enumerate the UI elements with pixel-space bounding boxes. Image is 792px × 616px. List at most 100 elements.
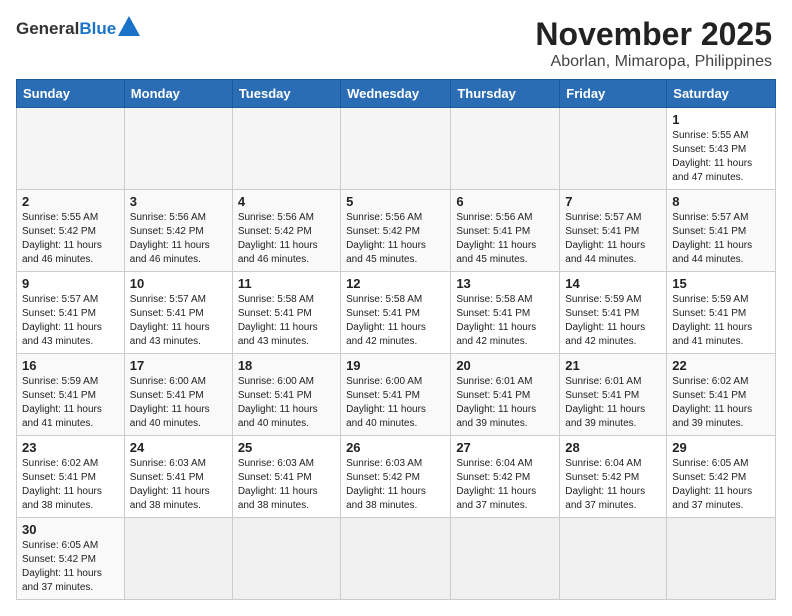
day-info: Sunrise: 5:57 AM Sunset: 5:41 PM Dayligh… — [565, 211, 661, 267]
day-info: Sunrise: 5:55 AM Sunset: 5:43 PM Dayligh… — [672, 129, 770, 185]
day-info: Sunrise: 6:01 AM Sunset: 5:41 PM Dayligh… — [456, 375, 554, 431]
weekday-header-monday: Monday — [124, 80, 232, 108]
calendar-cell — [451, 108, 560, 190]
logo-general-text: General — [16, 19, 79, 39]
day-number: 5 — [346, 194, 445, 209]
day-number: 26 — [346, 440, 445, 455]
day-number: 20 — [456, 358, 554, 373]
logo-blue-text: Blue — [79, 19, 116, 39]
day-number: 7 — [565, 194, 661, 209]
day-number: 10 — [130, 276, 227, 291]
calendar-table: SundayMondayTuesdayWednesdayThursdayFrid… — [16, 79, 776, 600]
calendar-cell — [124, 108, 232, 190]
calendar-cell: 4Sunrise: 5:56 AM Sunset: 5:42 PM Daylig… — [232, 190, 340, 272]
calendar-week-row: 9 Sunrise: 5:57 AM Sunset: 5:41 PM Daylig… — [17, 272, 776, 354]
calendar-cell — [232, 108, 340, 190]
day-info: Sunrise: 5:57 AM Sunset: 5:41 PM Dayligh… — [22, 293, 119, 349]
day-info: Sunrise: 6:03 AM Sunset: 5:42 PM Dayligh… — [346, 457, 445, 513]
day-number: 28 — [565, 440, 661, 455]
day-info: Sunrise: 5:58 AM Sunset: 5:41 PM Dayligh… — [238, 293, 335, 349]
calendar-cell: 12 Sunrise: 5:58 AM Sunset: 5:41 PM Dayli… — [341, 272, 451, 354]
day-number: 6 — [456, 194, 554, 209]
calendar-cell — [560, 108, 667, 190]
calendar-cell: 13Sunrise: 5:58 AM Sunset: 5:41 PM Dayli… — [451, 272, 560, 354]
weekday-header-thursday: Thursday — [451, 80, 560, 108]
calendar-cell: 17Sunrise: 6:00 AM Sunset: 5:41 PM Dayli… — [124, 354, 232, 436]
day-info: Sunrise: 5:56 AM Sunset: 5:42 PM Dayligh… — [346, 211, 445, 267]
day-number: 23 — [22, 440, 119, 455]
day-number: 3 — [130, 194, 227, 209]
calendar-cell: 24Sunrise: 6:03 AM Sunset: 5:41 PM Dayli… — [124, 436, 232, 518]
day-number: 21 — [565, 358, 661, 373]
day-number: 19 — [346, 358, 445, 373]
day-number: 1 — [672, 112, 770, 127]
day-number: 12 — [346, 276, 445, 291]
day-info: Sunrise: 6:00 AM Sunset: 5:41 PM Dayligh… — [346, 375, 445, 431]
calendar-cell: 1 Sunrise: 5:55 AM Sunset: 5:43 PM Daylig… — [667, 108, 776, 190]
day-info: Sunrise: 6:00 AM Sunset: 5:41 PM Dayligh… — [238, 375, 335, 431]
day-info: Sunrise: 6:03 AM Sunset: 5:41 PM Dayligh… — [238, 457, 335, 513]
weekday-header-friday: Friday — [560, 80, 667, 108]
day-info: Sunrise: 5:59 AM Sunset: 5:41 PM Dayligh… — [565, 293, 661, 349]
calendar-week-row: 2 Sunrise: 5:55 AM Sunset: 5:42 PM Daylig… — [17, 190, 776, 272]
calendar-cell — [451, 518, 560, 600]
day-info: Sunrise: 5:55 AM Sunset: 5:42 PM Dayligh… — [22, 211, 119, 267]
day-info: Sunrise: 6:05 AM Sunset: 5:42 PM Dayligh… — [672, 457, 770, 513]
calendar-cell: 25Sunrise: 6:03 AM Sunset: 5:41 PM Dayli… — [232, 436, 340, 518]
calendar-cell: 15 Sunrise: 5:59 AM Sunset: 5:41 PM Dayli… — [667, 272, 776, 354]
calendar-cell: 11 Sunrise: 5:58 AM Sunset: 5:41 PM Dayli… — [232, 272, 340, 354]
day-info: Sunrise: 6:02 AM Sunset: 5:41 PM Dayligh… — [672, 375, 770, 431]
calendar-cell: 6 Sunrise: 5:56 AM Sunset: 5:41 PM Daylig… — [451, 190, 560, 272]
day-info: Sunrise: 6:02 AM Sunset: 5:41 PM Dayligh… — [22, 457, 119, 513]
day-info: Sunrise: 5:56 AM Sunset: 5:42 PM Dayligh… — [238, 211, 335, 267]
weekday-header-tuesday: Tuesday — [232, 80, 340, 108]
calendar-week-row: 30 Sunrise: 6:05 AM Sunset: 5:42 PM Dayli… — [17, 518, 776, 600]
day-number: 30 — [22, 522, 119, 537]
logo-triangle-icon — [118, 16, 140, 41]
calendar-cell: 16 Sunrise: 5:59 AM Sunset: 5:41 PM Dayli… — [17, 354, 125, 436]
calendar-cell — [667, 518, 776, 600]
calendar-cell: 8Sunrise: 5:57 AM Sunset: 5:41 PM Daylig… — [667, 190, 776, 272]
day-info: Sunrise: 6:01 AM Sunset: 5:41 PM Dayligh… — [565, 375, 661, 431]
weekday-header-saturday: Saturday — [667, 80, 776, 108]
weekday-header-row: SundayMondayTuesdayWednesdayThursdayFrid… — [17, 80, 776, 108]
day-number: 9 — [22, 276, 119, 291]
calendar-cell — [560, 518, 667, 600]
calendar-week-row: 23 Sunrise: 6:02 AM Sunset: 5:41 PM Dayli… — [17, 436, 776, 518]
day-info: Sunrise: 5:59 AM Sunset: 5:41 PM Dayligh… — [672, 293, 770, 349]
calendar-cell — [341, 518, 451, 600]
calendar-cell — [232, 518, 340, 600]
calendar-cell: 26 Sunrise: 6:03 AM Sunset: 5:42 PM Dayli… — [341, 436, 451, 518]
calendar-cell: 3 Sunrise: 5:56 AM Sunset: 5:42 PM Daylig… — [124, 190, 232, 272]
day-info: Sunrise: 5:56 AM Sunset: 5:41 PM Dayligh… — [456, 211, 554, 267]
day-info: Sunrise: 6:03 AM Sunset: 5:41 PM Dayligh… — [130, 457, 227, 513]
calendar-cell: 22Sunrise: 6:02 AM Sunset: 5:41 PM Dayli… — [667, 354, 776, 436]
day-number: 8 — [672, 194, 770, 209]
calendar-cell: 28Sunrise: 6:04 AM Sunset: 5:42 PM Dayli… — [560, 436, 667, 518]
calendar-cell: 23 Sunrise: 6:02 AM Sunset: 5:41 PM Dayli… — [17, 436, 125, 518]
calendar-cell: 19 Sunrise: 6:00 AM Sunset: 5:41 PM Dayli… — [341, 354, 451, 436]
calendar-cell: 2 Sunrise: 5:55 AM Sunset: 5:42 PM Daylig… — [17, 190, 125, 272]
day-number: 15 — [672, 276, 770, 291]
calendar-cell — [341, 108, 451, 190]
day-number: 2 — [22, 194, 119, 209]
calendar-week-row: 1 Sunrise: 5:55 AM Sunset: 5:43 PM Daylig… — [17, 108, 776, 190]
day-number: 16 — [22, 358, 119, 373]
day-info: Sunrise: 5:58 AM Sunset: 5:41 PM Dayligh… — [346, 293, 445, 349]
day-number: 27 — [456, 440, 554, 455]
day-info: Sunrise: 6:04 AM Sunset: 5:42 PM Dayligh… — [456, 457, 554, 513]
day-info: Sunrise: 5:56 AM Sunset: 5:42 PM Dayligh… — [130, 211, 227, 267]
calendar-cell: 30 Sunrise: 6:05 AM Sunset: 5:42 PM Dayli… — [17, 518, 125, 600]
day-info: Sunrise: 6:05 AM Sunset: 5:42 PM Dayligh… — [22, 539, 119, 595]
calendar-cell: 9 Sunrise: 5:57 AM Sunset: 5:41 PM Daylig… — [17, 272, 125, 354]
day-info: Sunrise: 5:59 AM Sunset: 5:41 PM Dayligh… — [22, 375, 119, 431]
calendar-cell: 10 Sunrise: 5:57 AM Sunset: 5:41 PM Dayli… — [124, 272, 232, 354]
calendar-cell: 20 Sunrise: 6:01 AM Sunset: 5:41 PM Dayli… — [451, 354, 560, 436]
calendar-cell: 7 Sunrise: 5:57 AM Sunset: 5:41 PM Daylig… — [560, 190, 667, 272]
day-info: Sunrise: 5:57 AM Sunset: 5:41 PM Dayligh… — [130, 293, 227, 349]
calendar-cell: 18Sunrise: 6:00 AM Sunset: 5:41 PM Dayli… — [232, 354, 340, 436]
calendar-week-row: 16 Sunrise: 5:59 AM Sunset: 5:41 PM Dayli… — [17, 354, 776, 436]
day-number: 11 — [238, 276, 335, 291]
calendar-cell: 27 Sunrise: 6:04 AM Sunset: 5:42 PM Dayli… — [451, 436, 560, 518]
calendar-cell: 21 Sunrise: 6:01 AM Sunset: 5:41 PM Dayli… — [560, 354, 667, 436]
